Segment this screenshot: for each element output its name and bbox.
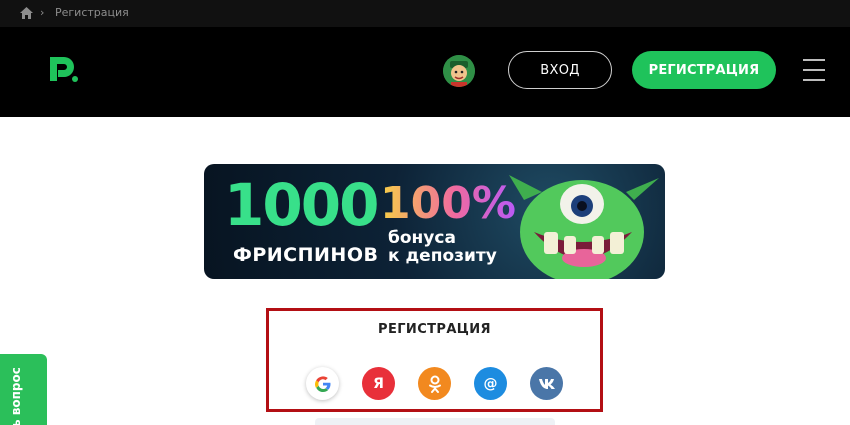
- yandex-icon: Я: [373, 375, 384, 392]
- registration-title: РЕГИСТРАЦИЯ: [378, 322, 491, 337]
- breadcrumb-current: Регистрация: [55, 6, 129, 19]
- breadcrumb-separator: ›: [40, 6, 45, 19]
- mail-ru-icon: @: [483, 375, 498, 392]
- breadcrumb: › Регистрация: [0, 0, 850, 27]
- pokerdom-logo-icon[interactable]: [47, 54, 79, 84]
- odnoklassniki-icon: [428, 375, 441, 393]
- mail-ru-login-button[interactable]: @: [474, 367, 507, 400]
- monster-mascot-icon: [509, 175, 659, 279]
- ask-question-label: ь вопрос: [9, 367, 23, 425]
- odnoklassniki-login-button[interactable]: [418, 367, 451, 400]
- promo-banner[interactable]: 1000 ФРИСПИНОВ 100% бонуса к депозиту: [204, 164, 665, 279]
- vk-icon: [538, 379, 555, 389]
- avatar-icon[interactable]: [443, 55, 475, 87]
- yandex-login-button[interactable]: Я: [362, 367, 395, 400]
- ask-question-tab[interactable]: ь вопрос: [0, 354, 47, 425]
- spins-count: 1000: [224, 171, 379, 239]
- vk-login-button[interactable]: [530, 367, 563, 400]
- registration-panel: РЕГИСТРАЦИЯ Я @: [266, 308, 603, 412]
- bonus-text: бонуса к депозиту: [388, 229, 497, 266]
- bonus-percent: 100%: [380, 178, 516, 229]
- site-header: ВХОД РЕГИСТРАЦИЯ: [0, 27, 850, 117]
- bonus-line-2: к депозиту: [388, 245, 497, 266]
- home-icon[interactable]: [20, 7, 33, 19]
- google-icon: [314, 375, 330, 392]
- form-input-edge: [315, 418, 555, 425]
- google-login-button[interactable]: [306, 367, 339, 400]
- spins-label: ФРИСПИНОВ: [233, 244, 379, 266]
- login-button[interactable]: ВХОД: [508, 51, 612, 89]
- hamburger-icon[interactable]: [803, 59, 825, 81]
- register-button[interactable]: РЕГИСТРАЦИЯ: [632, 51, 776, 89]
